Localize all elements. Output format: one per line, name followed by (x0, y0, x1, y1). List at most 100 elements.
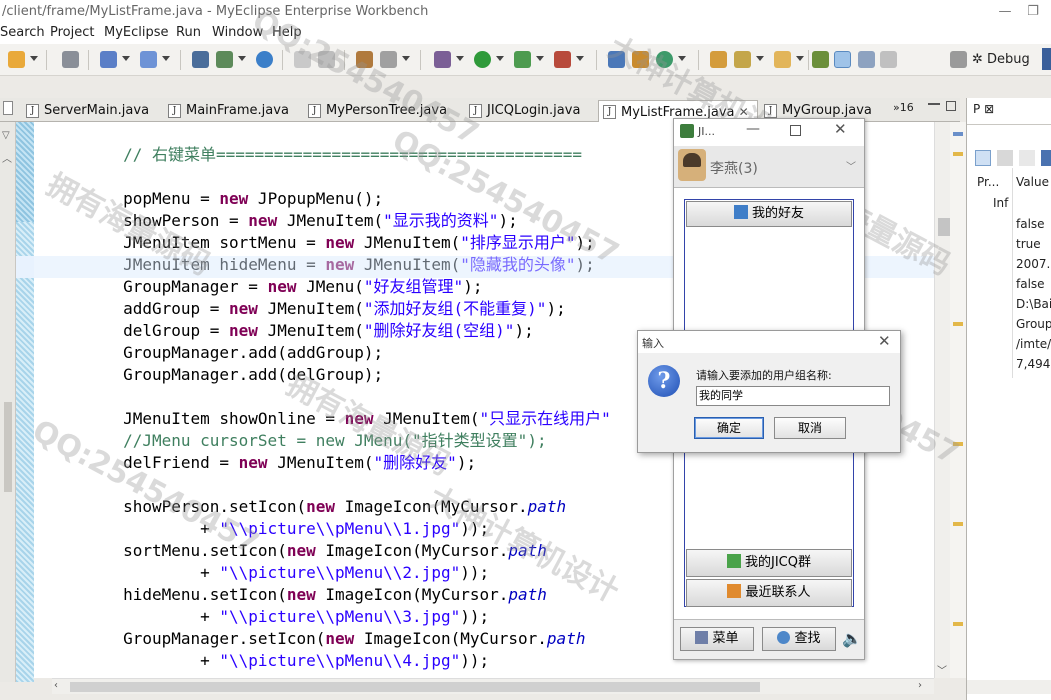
user-header[interactable]: 李燕(3) ﹀ (674, 146, 864, 188)
code-line[interactable]: GroupManager.setIcon(new ImageIcon(MyCur… (46, 628, 585, 650)
code-line[interactable]: delGroup = new JMenuItem("删除好友组(空组)"); (46, 320, 534, 342)
code-line[interactable]: GroupManager = new JMenu("好友组管理"); (46, 276, 482, 298)
new-class-icon[interactable] (608, 51, 625, 68)
code-line[interactable]: hideMenu.setIcon(new ImageIcon(MyCursor.… (46, 584, 547, 606)
sound-icon[interactable]: 🔈 (842, 629, 862, 648)
chevron-down-icon[interactable] (238, 56, 246, 61)
find-button[interactable]: 查找 (762, 627, 836, 651)
refresh-icon[interactable] (656, 51, 673, 68)
scrollbar-thumb[interactable] (938, 218, 950, 236)
tab-jicqlogin[interactable]: J JICQLogin.java (465, 100, 597, 122)
code-line[interactable]: + "\\picture\\pMenu\\4.jpg")); (46, 650, 489, 672)
chevron-down-icon[interactable] (796, 56, 804, 61)
properties-tab[interactable]: P ⊠ (973, 102, 994, 116)
menu-run[interactable]: Run (176, 24, 201, 42)
browser-globe-icon[interactable] (256, 51, 273, 68)
debug-bug-icon[interactable] (434, 51, 451, 68)
chevron-down-icon[interactable] (122, 56, 130, 61)
tab-mainframe[interactable]: J MainFrame.java (164, 100, 304, 122)
minimize-button[interactable]: — (746, 121, 760, 137)
show-whitespace-icon[interactable] (858, 51, 875, 68)
restore-button[interactable]: ❐ (1024, 3, 1042, 21)
value-column-header[interactable]: Value (1016, 175, 1049, 189)
external-tools-icon[interactable] (554, 51, 571, 68)
scroll-right-icon[interactable]: › (918, 680, 922, 691)
tab-mypersontree[interactable]: J MyPersonTree.java (304, 100, 464, 122)
close-icon[interactable]: ✕ (739, 105, 749, 119)
advanced-icon[interactable] (997, 150, 1013, 166)
minimize-button[interactable]: — (996, 3, 1014, 21)
chevron-down-icon[interactable] (678, 56, 686, 61)
run-server-icon[interactable] (216, 51, 233, 68)
scroll-left-icon[interactable]: ‹ (54, 680, 58, 691)
property-value[interactable]: 7,494 (1016, 357, 1050, 371)
edit-icon[interactable] (356, 51, 373, 68)
code-line[interactable]: + "\\picture\\pMenu\\2.jpg")); (46, 562, 489, 584)
java-perspective-icon[interactable] (1042, 48, 1051, 70)
server-icon[interactable] (192, 51, 209, 68)
close-button[interactable]: ✕ (878, 332, 891, 350)
mark-occurrences-icon[interactable] (812, 51, 829, 68)
close-button[interactable]: ✕ (834, 120, 847, 138)
code-line[interactable]: GroupManager.add(delGroup); (46, 364, 383, 386)
group-name-input[interactable]: 我的同学 (696, 386, 890, 406)
minimize-view-icon[interactable] (3, 101, 13, 115)
cancel-button[interactable]: 取消 (774, 417, 846, 439)
my-jicq-group-button[interactable]: 我的JICQ群 (686, 549, 852, 577)
editor-vertical-scrollbar[interactable]: ﹀ (934, 122, 950, 678)
scrollbar-thumb[interactable] (70, 682, 760, 692)
run-play-icon[interactable] (474, 51, 491, 68)
code-line[interactable]: // 右键菜单=================================… (46, 144, 582, 166)
lock-icon[interactable] (318, 51, 335, 68)
editor-horizontal-scrollbar[interactable]: ‹ › (52, 678, 934, 694)
tab-overflow[interactable]: »16 (893, 101, 914, 114)
code-line[interactable]: delFriend = new JMenuItem("删除好友"); (46, 452, 476, 474)
new-project-icon[interactable] (100, 51, 117, 68)
open-folder-icon[interactable] (710, 51, 727, 68)
property-value[interactable]: true (1016, 237, 1041, 251)
restore-default-icon[interactable] (1041, 150, 1051, 166)
code-line[interactable]: GroupManager.add(addGroup); (46, 342, 383, 364)
recent-contacts-button[interactable]: 最近联系人 (686, 579, 852, 607)
view-scroll-thumb[interactable] (4, 402, 12, 492)
paragraph-icon[interactable] (880, 51, 897, 68)
print-icon[interactable] (62, 51, 79, 68)
chevron-down-icon[interactable] (30, 56, 38, 61)
code-line[interactable]: showPerson.setIcon(new ImageIcon(MyCurso… (46, 496, 566, 518)
my-friends-button[interactable]: 我的好友 (686, 201, 852, 227)
deploy-icon[interactable] (140, 51, 157, 68)
code-line[interactable]: sortMenu.setIcon(new ImageIcon(MyCursor.… (46, 540, 547, 562)
cut-icon[interactable] (294, 51, 311, 68)
code-line[interactable]: + "\\picture\\pMenu\\1.jpg")); (46, 518, 489, 540)
ok-button[interactable]: 确定 (694, 417, 764, 439)
code-line[interactable]: //JMenu cursorSet = new JMenu("指针类型设置"); (46, 430, 547, 452)
run-external-icon[interactable] (514, 51, 531, 68)
chevron-down-icon[interactable] (456, 56, 464, 61)
chevron-down-icon[interactable] (576, 56, 584, 61)
filter-icon[interactable] (1019, 150, 1035, 166)
property-value[interactable]: false (1016, 217, 1045, 231)
code-line[interactable]: JMenuItem hideMenu = new JMenuItem("隐藏我的… (46, 254, 595, 276)
chevron-down-icon[interactable] (402, 56, 410, 61)
property-value[interactable]: 2007... (1016, 257, 1051, 271)
properties-horizontal-scrollbar[interactable] (967, 680, 1051, 694)
pencil-icon[interactable] (734, 51, 751, 68)
chevron-down-icon[interactable]: ﹀ (846, 158, 856, 173)
maximize-icon[interactable] (946, 101, 956, 111)
new-package-icon[interactable] (632, 51, 649, 68)
maximize-button[interactable] (790, 125, 801, 136)
chevron-up-icon[interactable]: ︿ (2, 150, 12, 165)
chevron-down-icon[interactable] (756, 56, 764, 61)
debug-perspective-button[interactable]: ✲ Debug (972, 52, 1030, 67)
property-value[interactable]: false (1016, 277, 1045, 291)
minimize-icon[interactable] (928, 101, 940, 105)
menu-button[interactable]: 菜单 (680, 627, 754, 651)
menu-search[interactable]: Search (0, 24, 45, 42)
code-line[interactable]: addGroup = new JMenuItem("添加好友组(不能重复)"); (46, 298, 566, 320)
property-value[interactable]: D:\Bai (1016, 297, 1051, 311)
code-line[interactable]: + "\\picture\\pMenu\\3.jpg")); (46, 606, 489, 628)
scroll-down-icon[interactable]: ﹀ (937, 662, 947, 677)
chevron-down-icon[interactable] (536, 56, 544, 61)
folder-icon[interactable] (774, 51, 791, 68)
open-perspective-icon[interactable] (950, 51, 967, 68)
